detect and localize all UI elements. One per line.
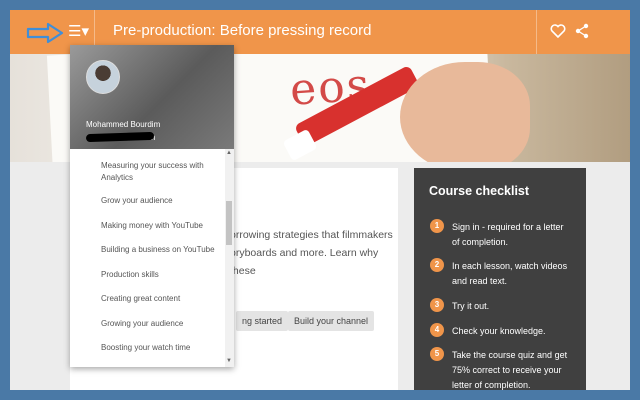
menu-button[interactable]: ☰▾ [68, 23, 89, 41]
menu-item-building-business[interactable]: Building a business on YouTube [101, 244, 221, 256]
menu-item-production-skills[interactable]: Production skills [101, 269, 221, 281]
menu-item-making-money[interactable]: Making money with YouTube [101, 220, 221, 232]
divider [536, 10, 537, 54]
description-line: orrowing strategies that filmmakers [230, 229, 393, 241]
menu-item-measuring-success[interactable]: Measuring your success with Analytics [101, 160, 221, 184]
checklist-item-text: Try it out. [452, 301, 490, 311]
share-icon[interactable] [572, 21, 592, 41]
scrollbar-thumb[interactable] [226, 201, 232, 245]
checklist-item-text: In each lesson, watch videos and read te… [452, 261, 568, 286]
step-number-badge: 1 [430, 219, 444, 233]
step-number-badge: 2 [430, 258, 444, 272]
drawer-scrollbar[interactable]: ▲ ▼ [225, 149, 234, 367]
checklist-title: Course checklist [429, 184, 530, 198]
scroll-up-arrow-icon[interactable]: ▲ [226, 150, 232, 156]
step-number-badge: 3 [430, 298, 444, 312]
menu-item-grow-audience[interactable]: Grow your audience [101, 195, 221, 207]
checklist-item-text: Check your knowledge. [452, 326, 546, 336]
step-number-badge: 4 [430, 323, 444, 337]
favorite-heart-icon[interactable] [548, 21, 568, 41]
checklist-item-text: Sign in - required for a letter of compl… [452, 222, 564, 247]
lesson-description: orrowing strategies that filmmakers oryb… [230, 226, 400, 280]
chip-getting-started[interactable]: ng started [236, 311, 289, 331]
hand-graphic [400, 62, 530, 162]
description-line: oryboards and more. Learn why these [230, 247, 379, 277]
course-checklist: Course checklist 1 Sign in - required fo… [414, 168, 586, 390]
checklist-item-text: Take the course quiz and get 75% correct… [452, 350, 568, 390]
navigation-drawer: Mohammed Bourdim om Measuring your succe… [70, 45, 234, 367]
page-title: Pre-production: Before pressing record [113, 22, 372, 39]
drawer-header: Mohammed Bourdim om [70, 45, 234, 149]
chip-build-channel[interactable]: Build your channel [288, 311, 375, 331]
user-name: Mohammed Bourdim [86, 120, 161, 129]
step-number-badge: 5 [430, 347, 444, 361]
app-window: ☰▾ Pre-production: Before pressing recor… [10, 10, 630, 390]
scroll-down-arrow-icon[interactable]: ▼ [226, 358, 232, 364]
annotation-arrow-icon [26, 22, 64, 44]
avatar[interactable] [86, 60, 120, 94]
menu-item-boosting-watch-time[interactable]: Boosting your watch time [101, 342, 221, 354]
menu-item-creating-content[interactable]: Creating great content [101, 293, 221, 305]
menu-item-growing-audience[interactable]: Growing your audience [101, 318, 221, 330]
